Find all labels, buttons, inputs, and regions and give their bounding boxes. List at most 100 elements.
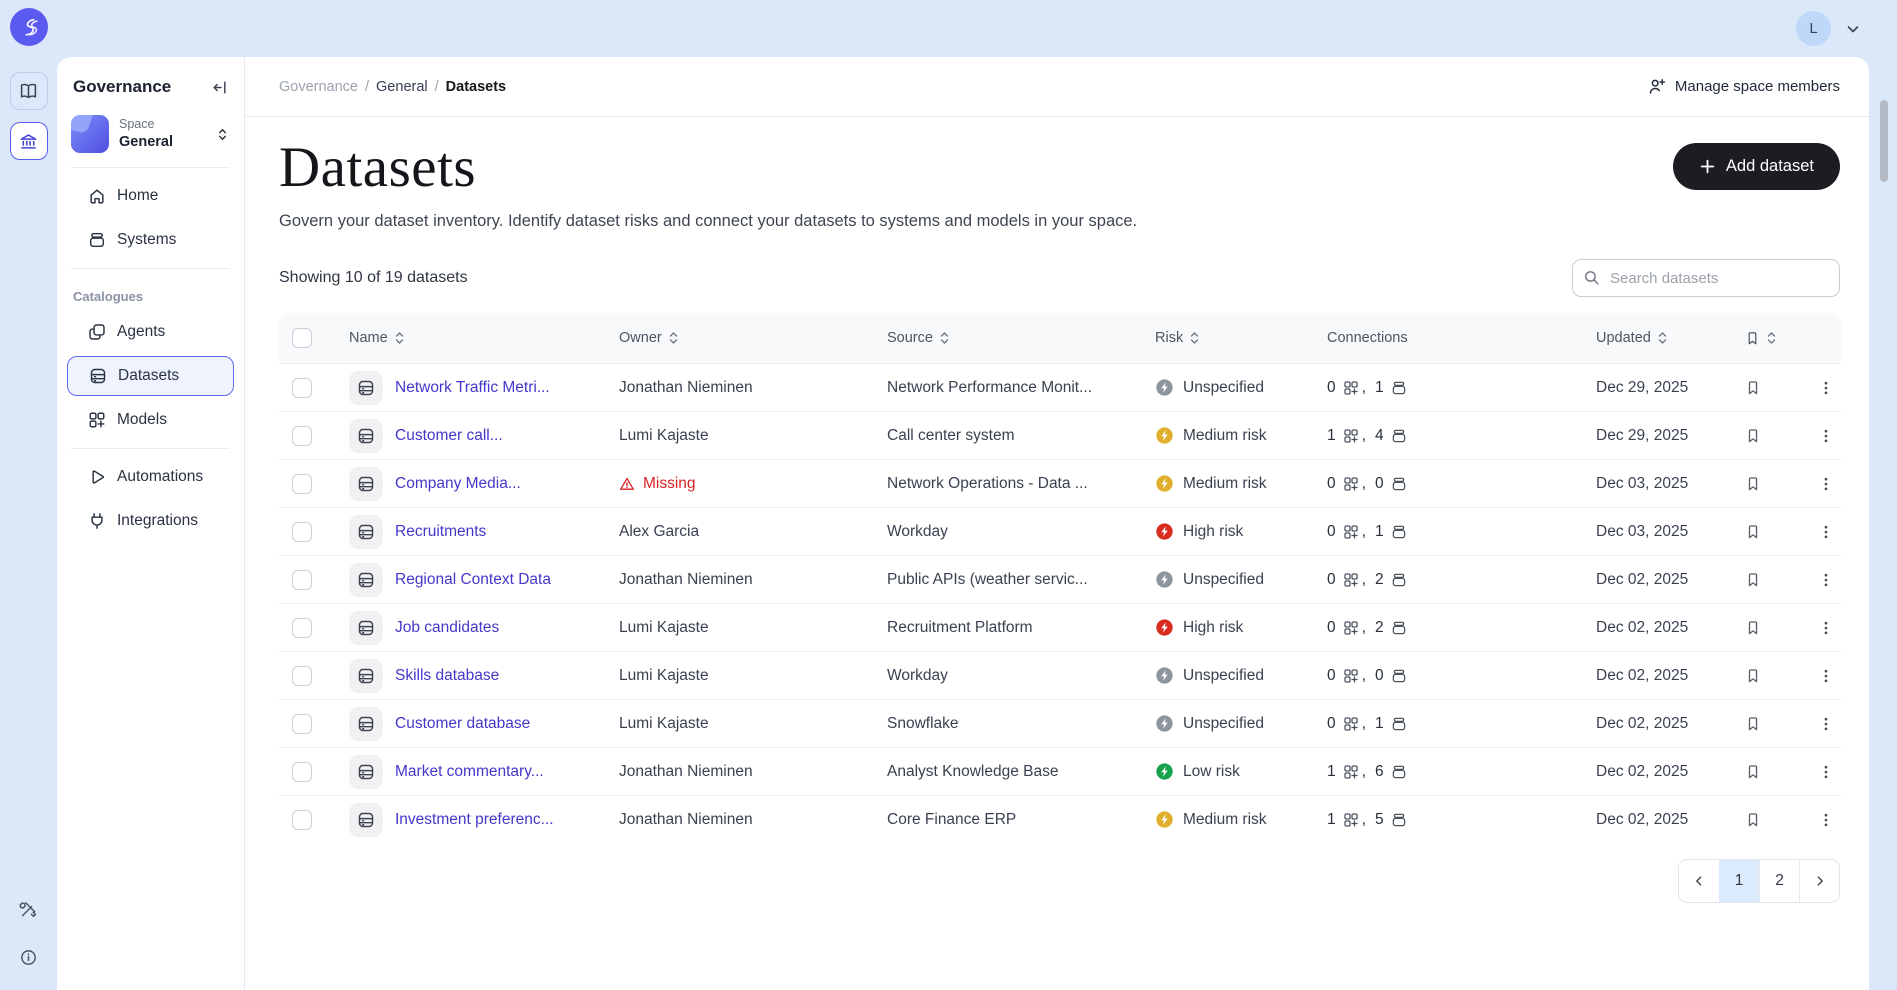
row-checkbox[interactable] (292, 618, 312, 638)
row-menu-button[interactable] (1810, 812, 1841, 828)
table-row[interactable]: Job candidates Lumi Kajaste Recruitment … (279, 603, 1841, 651)
dataset-name-link[interactable]: Customer call... (395, 427, 503, 445)
column-header-updated[interactable]: Updated (1596, 330, 1745, 346)
row-menu-button[interactable] (1810, 620, 1841, 636)
pagination-page-2[interactable]: 2 (1759, 860, 1799, 902)
dataset-name-link[interactable]: Job candidates (395, 619, 499, 637)
updated-cell: Dec 02, 2025 (1596, 811, 1745, 829)
models-icon (88, 411, 106, 429)
governance-bank-button[interactable] (10, 122, 48, 160)
knowledge-book-button[interactable] (10, 72, 48, 110)
risk-label: Unspecified (1183, 715, 1264, 733)
row-menu-button[interactable] (1810, 380, 1841, 396)
tools-button[interactable] (10, 890, 48, 928)
dataset-name-link[interactable]: Investment preferenc... (395, 811, 554, 829)
avatar[interactable]: L (1796, 11, 1831, 46)
pagination-next-button[interactable] (1799, 860, 1839, 902)
bookmark-button[interactable] (1745, 428, 1810, 444)
pagination-page-1[interactable]: 1 (1719, 860, 1759, 902)
person-plus-icon (1648, 78, 1666, 96)
bookmark-button[interactable] (1745, 716, 1810, 732)
bookmark-button[interactable] (1745, 668, 1810, 684)
pagination-prev-button[interactable] (1679, 860, 1719, 902)
search-input[interactable] (1572, 259, 1840, 297)
dataset-name-link[interactable]: Market commentary... (395, 763, 544, 781)
sort-icon (668, 331, 679, 345)
sidebar-item-datasets[interactable]: Datasets (67, 356, 234, 396)
space-switcher[interactable]: Space General (71, 115, 230, 153)
column-header-name[interactable]: Name (325, 330, 619, 346)
sidebar-item-systems[interactable]: Systems (57, 218, 244, 262)
column-header-owner[interactable]: Owner (619, 330, 887, 346)
dataset-name-link[interactable]: Regional Context Data (395, 571, 551, 589)
row-menu-button[interactable] (1810, 572, 1841, 588)
table-row[interactable]: Recruitments Alex Garcia Workday High ri… (279, 507, 1841, 555)
table-row[interactable]: Customer database Lumi Kajaste Snowflake… (279, 699, 1841, 747)
account-menu-button[interactable] (1845, 21, 1861, 37)
systems-icon (1391, 716, 1407, 732)
row-checkbox[interactable] (292, 426, 312, 446)
bookmark-button[interactable] (1745, 572, 1810, 588)
sort-icon (1657, 331, 1668, 345)
bookmark-button[interactable] (1745, 812, 1810, 828)
row-menu-button[interactable] (1810, 764, 1841, 780)
updated-cell: Dec 02, 2025 (1596, 715, 1745, 733)
row-checkbox[interactable] (292, 378, 312, 398)
bookmark-button[interactable] (1745, 476, 1810, 492)
table-row[interactable]: Company Media... Missing Network Operati… (279, 459, 1841, 507)
owner-cell: Missing (619, 475, 887, 493)
breadcrumb-bar: Governance / General / Datasets Manage s… (245, 57, 1869, 117)
bookmark-button[interactable] (1745, 380, 1810, 396)
sidebar-collapse-button[interactable] (211, 79, 228, 96)
dataset-name-link[interactable]: Customer database (395, 715, 530, 733)
page-scrollbar-thumb[interactable] (1880, 100, 1888, 182)
row-checkbox[interactable] (292, 570, 312, 590)
table-row[interactable]: Network Traffic Metri... Jonathan Niemin… (279, 363, 1841, 411)
column-header-source[interactable]: Source (887, 330, 1155, 346)
row-menu-button[interactable] (1810, 428, 1841, 444)
dataset-name-link[interactable]: Recruitments (395, 523, 486, 541)
dataset-icon (349, 467, 383, 501)
row-checkbox[interactable] (292, 762, 312, 782)
dataset-icon (349, 419, 383, 453)
select-all-checkbox[interactable] (292, 328, 312, 348)
sidebar-item-automations[interactable]: Automations (57, 455, 244, 499)
manage-space-members-button[interactable]: Manage space members (1648, 78, 1840, 96)
dataset-name-link[interactable]: Network Traffic Metri... (395, 379, 550, 397)
connections-separator: , (1362, 811, 1366, 829)
table-row[interactable]: Investment preferenc... Jonathan Niemine… (279, 795, 1841, 843)
add-dataset-button[interactable]: Add dataset (1673, 143, 1840, 190)
bookmark-button[interactable] (1745, 524, 1810, 540)
table-row[interactable]: Market commentary... Jonathan Nieminen A… (279, 747, 1841, 795)
row-checkbox[interactable] (292, 474, 312, 494)
bookmark-button[interactable] (1745, 620, 1810, 636)
models-icon (1343, 620, 1359, 636)
row-checkbox[interactable] (292, 810, 312, 830)
sidebar-item-home[interactable]: Home (57, 174, 244, 218)
row-menu-button[interactable] (1810, 716, 1841, 732)
updated-cell: Dec 02, 2025 (1596, 667, 1745, 685)
sidebar-item-models[interactable]: Models (57, 398, 244, 442)
breadcrumb-space[interactable]: General (376, 79, 428, 95)
dataset-name-link[interactable]: Company Media... (395, 475, 521, 493)
info-button[interactable] (10, 938, 48, 976)
kebab-icon (1818, 572, 1834, 588)
row-checkbox[interactable] (292, 714, 312, 734)
app-logo[interactable] (10, 8, 48, 46)
risk-bolt-icon (1155, 618, 1174, 637)
table-row[interactable]: Customer call... Lumi Kajaste Call cente… (279, 411, 1841, 459)
bookmark-button[interactable] (1745, 764, 1810, 780)
column-header-risk[interactable]: Risk (1155, 330, 1327, 346)
table-row[interactable]: Regional Context Data Jonathan Nieminen … (279, 555, 1841, 603)
dataset-name-link[interactable]: Skills database (395, 667, 499, 685)
sidebar-item-agents[interactable]: Agents (57, 310, 244, 354)
column-header-bookmark[interactable] (1745, 331, 1810, 346)
row-menu-button[interactable] (1810, 476, 1841, 492)
row-checkbox[interactable] (292, 522, 312, 542)
breadcrumb-root[interactable]: Governance (279, 79, 358, 95)
row-menu-button[interactable] (1810, 524, 1841, 540)
table-row[interactable]: Skills database Lumi Kajaste Workday Uns… (279, 651, 1841, 699)
sidebar-item-integrations[interactable]: Integrations (57, 499, 244, 543)
row-checkbox[interactable] (292, 666, 312, 686)
row-menu-button[interactable] (1810, 668, 1841, 684)
